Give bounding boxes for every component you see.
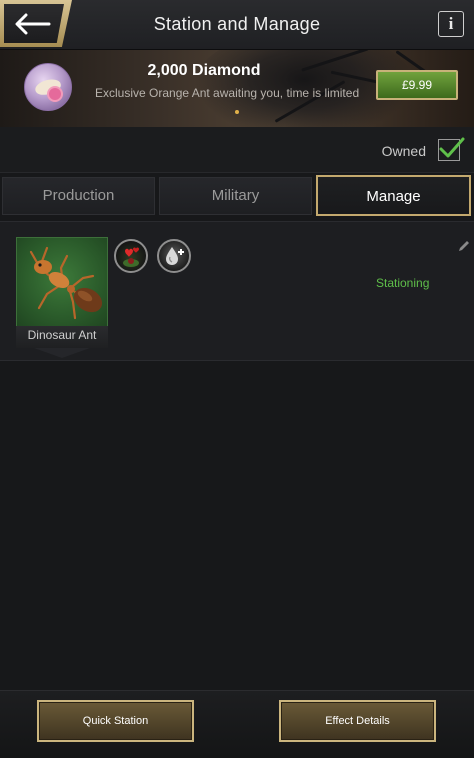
top-bar: Station and Manage i — [0, 0, 474, 50]
tab-production[interactable]: Production — [2, 177, 155, 215]
info-button[interactable]: i — [438, 11, 464, 37]
buff-badge[interactable] — [114, 239, 148, 273]
buy-price-button[interactable]: £9.99 — [376, 70, 458, 100]
promo-title: 2,000 Diamond — [147, 62, 261, 79]
owned-label: Owned — [381, 143, 426, 159]
info-icon: i — [448, 14, 454, 33]
checkmark-icon — [439, 137, 465, 158]
unit-name: Dinosaur Ant — [27, 328, 97, 342]
add-effect-badge[interactable] — [157, 239, 191, 273]
unit-row: Dinosaur Ant Stationing — [0, 221, 474, 361]
heart-plant-icon — [123, 247, 139, 267]
tab-military[interactable]: Military — [159, 177, 312, 215]
owned-checkbox[interactable] — [438, 137, 465, 161]
carousel-indicator — [235, 110, 239, 114]
unit-status: Stationing — [376, 276, 430, 290]
water-drop-plus-icon — [166, 247, 184, 265]
edit-pencil-icon[interactable] — [458, 240, 470, 252]
owned-filter-row: Owned — [0, 127, 474, 173]
effect-details-button[interactable]: Effect Details — [279, 700, 436, 742]
quick-station-button[interactable]: Quick Station — [37, 700, 194, 742]
dinosaur-ant-icon — [29, 246, 103, 320]
page-title: Station and Manage — [153, 14, 321, 34]
tab-manage[interactable]: Manage — [316, 175, 471, 216]
unit-card[interactable] — [16, 237, 108, 329]
tab-bar: Production Military Manage — [0, 173, 474, 218]
promo-subtitle: Exclusive Orange Ant awaiting you, time … — [95, 86, 360, 100]
